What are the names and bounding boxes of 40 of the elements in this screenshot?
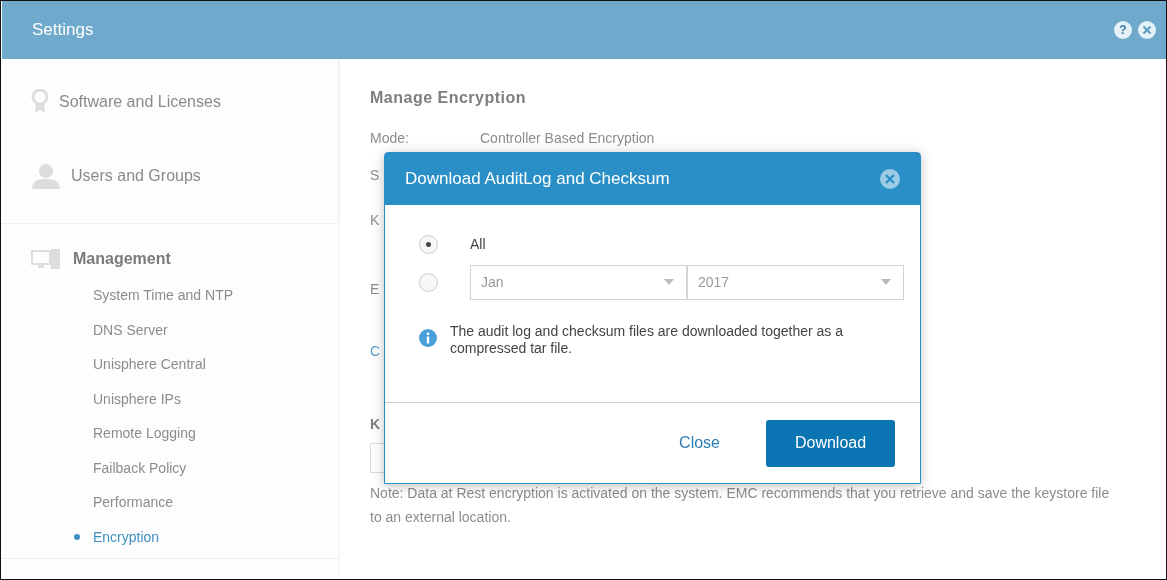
radio-button[interactable] — [419, 234, 438, 254]
section-title: Manage Encryption — [370, 89, 528, 108]
radio-button[interactable] — [419, 272, 438, 292]
month-dropdown[interactable]: Jan — [470, 264, 687, 300]
close-icon[interactable] — [1138, 21, 1156, 39]
field-label: Mode: — [370, 130, 410, 146]
sidebar-item[interactable]: Software and Licenses — [1, 65, 338, 139]
sidebar-item[interactable]: Performance — [1, 485, 339, 520]
note-text: Note: Data at Rest encryption is activated on the system. EMC recommends that you retrieve and save the keystore file to an external location. — [370, 484, 1110, 527]
field-label: C — [370, 343, 381, 359]
close-icon[interactable] — [880, 169, 900, 189]
sidebar-item[interactable]: System Time and NTP — [1, 278, 339, 313]
info-icon — [419, 329, 437, 347]
close-button[interactable]: Close — [675, 430, 724, 456]
bullet-icon — [74, 533, 80, 540]
info-text: The audit log and checksum files are downloaded together as a compressed tar file. — [450, 323, 845, 357]
sidebar-item[interactable]: Unisphere IPs — [1, 381, 339, 416]
radio-label: All — [470, 236, 486, 252]
window-title: Settings — [32, 20, 94, 40]
dialog-title: Download AuditLog and Checksum — [405, 169, 670, 189]
sidebar-item[interactable]: Users and Groups — [1, 139, 338, 213]
user-icon — [31, 163, 61, 189]
computer-icon — [31, 248, 61, 270]
field-label: K — [370, 416, 381, 432]
sidebar-item[interactable]: Failback Policy — [1, 450, 339, 485]
sidebar-section[interactable]: Management — [1, 244, 339, 274]
field-value: Controller Based Encryption — [480, 130, 655, 146]
download-button[interactable]: Download — [766, 419, 895, 467]
field-label: K — [370, 212, 380, 228]
award-icon — [31, 89, 49, 115]
sidebar-item[interactable]: Remote Logging — [1, 416, 339, 451]
help-button[interactable]: ? — [1114, 21, 1132, 39]
sidebar-item[interactable]: Unisphere Central — [1, 347, 339, 382]
sidebar-item[interactable]: Encryption — [1, 519, 339, 554]
sidebar-item[interactable]: DNS Server — [1, 312, 339, 347]
year-dropdown[interactable]: 2017 — [687, 264, 904, 300]
caret-icon — [881, 279, 891, 285]
caret-icon — [664, 279, 674, 285]
field-label: S — [370, 167, 380, 183]
field-label: E — [370, 281, 380, 297]
